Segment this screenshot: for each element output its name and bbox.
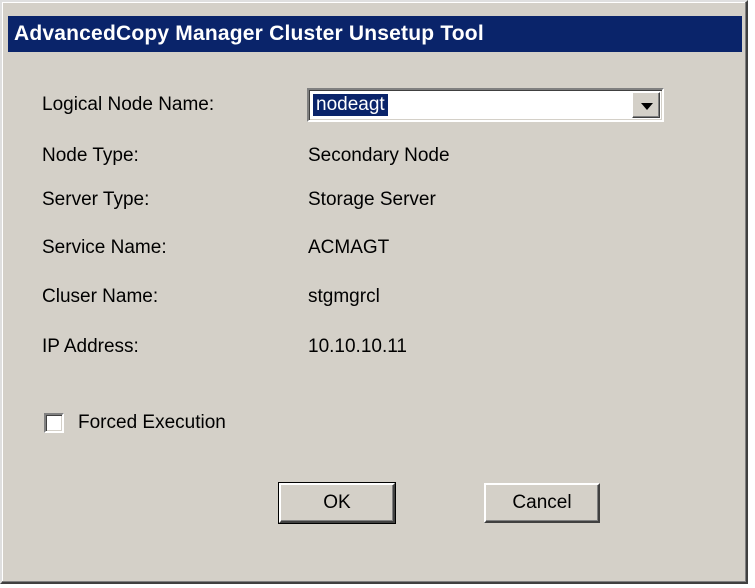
- chevron-down-icon: [641, 103, 653, 110]
- cluster-name-value: stgmgrcl: [308, 286, 380, 307]
- logical-node-name-label: Logical Node Name:: [42, 94, 215, 115]
- dropdown-button[interactable]: [632, 92, 660, 118]
- window-title: AdvancedCopy Manager Cluster Unsetup Too…: [14, 22, 484, 45]
- cancel-button[interactable]: Cancel: [484, 483, 600, 523]
- server-type-label: Server Type:: [42, 189, 150, 210]
- node-type-value: Secondary Node: [308, 145, 450, 166]
- logical-node-name-selected: nodeagt: [313, 94, 388, 116]
- logical-node-name-select[interactable]: nodeagt: [307, 88, 664, 122]
- ip-address-label: IP Address:: [42, 336, 139, 357]
- ip-address-value: 10.10.10.11: [308, 336, 407, 357]
- cluster-name-label: Cluser Name:: [42, 286, 159, 307]
- ok-button[interactable]: OK: [278, 482, 396, 524]
- forced-execution-checkbox[interactable]: [44, 413, 64, 433]
- service-name-value: ACMAGT: [308, 237, 390, 258]
- service-name-label: Service Name:: [42, 237, 167, 258]
- title-bar[interactable]: AdvancedCopy Manager Cluster Unsetup Too…: [8, 16, 742, 52]
- server-type-value: Storage Server: [308, 189, 436, 210]
- node-type-label: Node Type:: [42, 145, 139, 166]
- forced-execution-label[interactable]: Forced Execution: [78, 411, 226, 435]
